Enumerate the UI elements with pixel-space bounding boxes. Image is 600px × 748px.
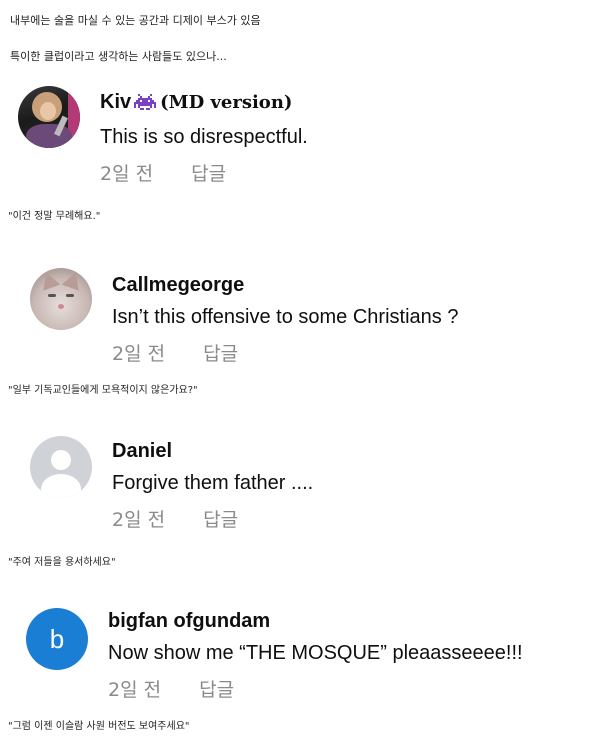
intro-line-2: 특이한 클럽이라고 생각하는 사람들도 있으나...: [10, 50, 227, 63]
translation-3: "주여 저들을 용서하세요": [8, 557, 116, 568]
avatar-bigfan[interactable]: b: [26, 608, 88, 670]
comment-meta: 2일 전 답글: [100, 159, 308, 186]
reply-button[interactable]: 답글: [203, 343, 238, 365]
reply-button[interactable]: 답글: [191, 163, 226, 185]
author-name[interactable]: Daniel: [112, 440, 313, 463]
comment-meta: 2일 전 답글: [108, 675, 523, 702]
comment-meta: 2일 전 답글: [112, 505, 313, 532]
translation-4: "그럼 이젠 이슬람 사원 버전도 보여주세요": [8, 721, 190, 732]
comment-text: Now show me “THE MOSQUE” pleaasseeee!!!: [108, 642, 523, 664]
comment-time: 2일 전: [112, 509, 166, 531]
comment-time: 2일 전: [112, 343, 166, 365]
comment-time: 2일 전: [108, 679, 162, 701]
author-name[interactable]: Kiv: [100, 91, 131, 113]
translation-2: "일부 기독교인들에게 모욕적이지 않은가요?": [8, 385, 198, 396]
author-badge-text: (MD version): [160, 92, 293, 113]
reply-button[interactable]: 답글: [203, 509, 238, 531]
comment-text: This is so disrespectful.: [100, 126, 308, 148]
comment-time: 2일 전: [100, 163, 154, 185]
reply-button[interactable]: 답글: [199, 679, 234, 701]
avatar-callmegeorge[interactable]: [30, 268, 92, 330]
author-name[interactable]: bigfan ofgundam: [108, 610, 523, 633]
default-user-icon: [51, 450, 71, 470]
avatar-kiv[interactable]: [18, 86, 80, 148]
comment-text: Isn’t this offensive to some Christians …: [112, 306, 459, 328]
comment-meta: 2일 전 답글: [112, 339, 458, 366]
translation-1: "이건 정말 무례해요.": [8, 211, 101, 222]
intro-line-1: 내부에는 술을 마실 수 있는 공간과 디제이 부스가 있음: [10, 14, 261, 27]
comment-author[interactable]: Kiv (MD version): [100, 91, 308, 117]
avatar-daniel[interactable]: [30, 436, 92, 498]
space-invader-icon: [134, 93, 157, 117]
comment-text: Forgive them father ....: [112, 472, 314, 494]
author-name[interactable]: Callmegeorge: [112, 274, 458, 297]
